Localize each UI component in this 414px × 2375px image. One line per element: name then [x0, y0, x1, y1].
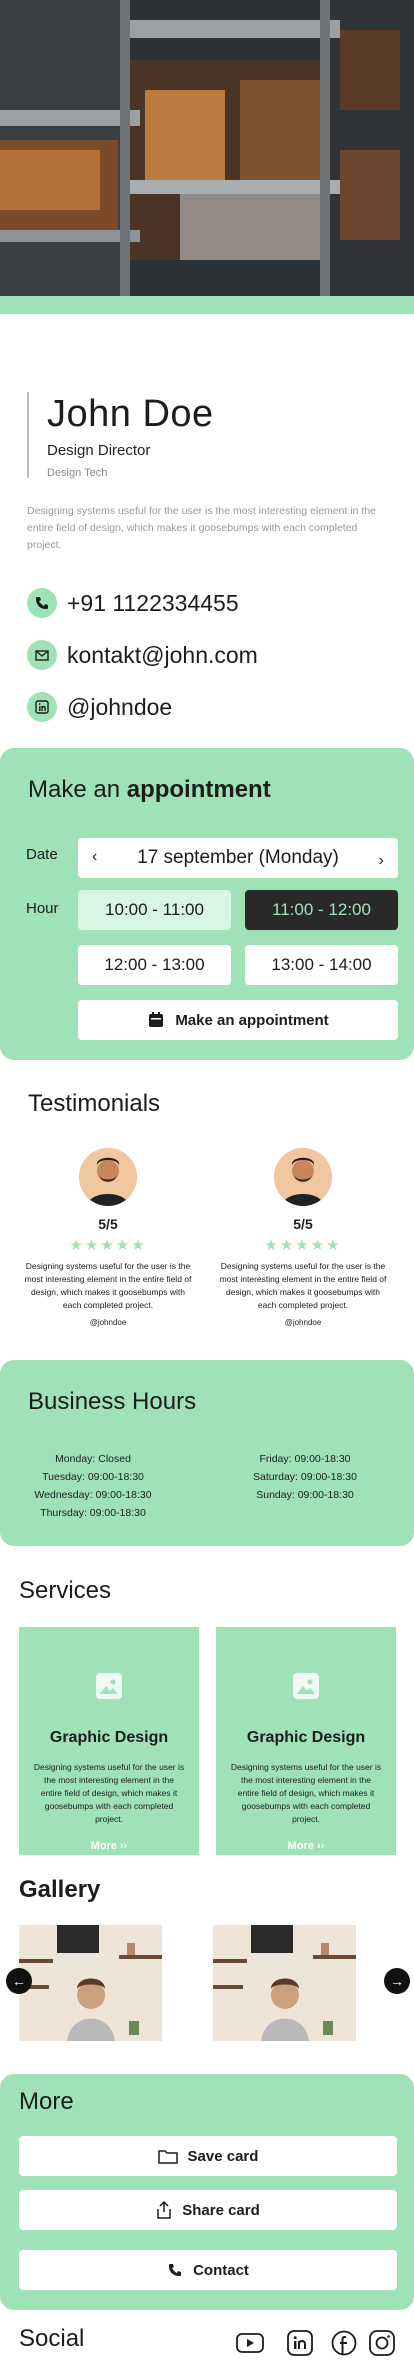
gallery-next-button[interactable]: →: [384, 1968, 410, 1994]
profile-bio: Designing systems useful for the user is…: [27, 505, 377, 551]
testimonial-handle: @johndoe: [284, 1318, 322, 1327]
linkedin-icon[interactable]: [286, 2329, 314, 2357]
testimonial-card: 5/5 ★★★★★ Designing systems useful for t…: [23, 1148, 193, 1327]
make-appointment-label: Make an appointment: [175, 1011, 329, 1029]
gallery-prev-button[interactable]: ←: [6, 1968, 32, 1994]
date-prev-button[interactable]: ‹: [92, 848, 97, 866]
date-day: (Monday): [258, 847, 339, 868]
gallery-title: Gallery: [19, 1876, 101, 1903]
services-title: Services: [19, 1577, 112, 1604]
testimonial-score: 5/5: [98, 1216, 118, 1232]
profile-name: John Doe: [47, 393, 214, 435]
hours-row: Tuesday: 09:00-18:30: [42, 1471, 144, 1483]
folder-icon: [157, 2150, 178, 2164]
service-description: Designing systems useful for the user is…: [33, 1762, 185, 1824]
hours-left-column: Monday: Closed Tuesday: 09:00-18:30 Wedn…: [30, 1450, 156, 1522]
service-title: Graphic Design: [49, 1729, 169, 1746]
more-title: More: [19, 2088, 74, 2115]
business-hours-section: Business Hours Monday: Closed Tuesday: 0…: [0, 1360, 414, 1546]
gallery-image[interactable]: [213, 1925, 356, 2041]
service-card[interactable]: Graphic Design Designing systems useful …: [216, 1627, 396, 1855]
appointment-title-bold: appointment: [126, 776, 271, 803]
phone-icon: [169, 2264, 182, 2276]
contact-phone[interactable]: +91 1122334455: [27, 588, 239, 618]
gallery-image[interactable]: [19, 1925, 162, 2041]
service-card[interactable]: Graphic Design Designing systems useful …: [19, 1627, 199, 1855]
testimonial-handle: @johndoe: [89, 1318, 127, 1327]
appointment-title-prefix: Make an: [28, 776, 127, 803]
testimonial-card: 5/5 ★★★★★ Designing systems useful for t…: [218, 1148, 388, 1327]
profile-company: Design Tech: [47, 467, 108, 479]
hour-label: Hour: [26, 900, 59, 917]
hours-row: Friday: 09:00-18:30: [259, 1453, 351, 1465]
linkedin-icon: [27, 692, 57, 722]
contact-email[interactable]: kontakt@john.com: [27, 640, 258, 670]
hero-accent-strip: [0, 296, 414, 314]
share-icon: [157, 2201, 171, 2219]
contact-label: Contact: [193, 2261, 249, 2279]
appointment-title: Make an appointment: [28, 776, 271, 804]
hours-row: Sunday: 09:00-18:30: [256, 1489, 354, 1501]
hours-right-column: Friday: 09:00-18:30 Saturday: 09:00-18:3…: [240, 1450, 370, 1504]
make-appointment-button[interactable]: Make an appointment: [78, 1000, 398, 1040]
business-card-page: John Doe Design Director Design Tech Des…: [0, 0, 414, 2375]
more-section: More Save card Share card Contact: [0, 2074, 414, 2310]
testimonial-text: Designing systems useful for the user is…: [24, 1261, 192, 1310]
time-slot-13-14[interactable]: 13:00 - 14:00: [245, 945, 398, 985]
profile-role: Design Director: [47, 442, 151, 459]
hours-row: Saturday: 09:00-18:30: [253, 1471, 357, 1483]
appointment-section: Make an appointment Date ‹ 17 september …: [0, 748, 414, 1060]
date-label: Date: [26, 846, 58, 863]
rating-stars: ★★★★★: [264, 1237, 342, 1254]
date-next-button[interactable]: ›: [379, 852, 384, 870]
service-more-link[interactable]: More ››: [19, 1840, 199, 1852]
share-card-button[interactable]: Share card: [19, 2190, 397, 2230]
phone-icon: [27, 588, 57, 618]
avatar: [274, 1148, 332, 1206]
time-slot-10-11[interactable]: 10:00 - 11:00: [78, 890, 231, 930]
linkedin-handle: @johndoe: [67, 693, 173, 720]
testimonial-text: Designing systems useful for the user is…: [219, 1261, 387, 1310]
testimonial-score: 5/5: [293, 1216, 313, 1232]
email-address: kontakt@john.com: [67, 641, 258, 668]
service-title: Graphic Design: [246, 1729, 366, 1746]
hours-row: Monday: Closed: [55, 1453, 131, 1465]
avatar: [79, 1148, 137, 1206]
contact-button[interactable]: Contact: [19, 2250, 397, 2290]
date-value: 17 september: [137, 847, 254, 868]
hero-building-image: [0, 0, 414, 296]
hours-row: Wednesday: 09:00-18:30: [34, 1489, 152, 1501]
profile-header: John Doe Design Director Design Tech: [27, 392, 214, 479]
share-card-label: Share card: [182, 2201, 260, 2219]
service-description: Designing systems useful for the user is…: [230, 1762, 382, 1824]
facebook-icon[interactable]: [330, 2329, 358, 2357]
testimonials-title: Testimonials: [28, 1090, 161, 1117]
save-card-button[interactable]: Save card: [19, 2136, 397, 2176]
phone-number: +91 1122334455: [67, 589, 239, 616]
rating-stars: ★★★★★: [69, 1237, 147, 1254]
social-title: Social: [19, 2325, 85, 2352]
contact-linkedin[interactable]: @johndoe: [27, 692, 172, 722]
save-card-label: Save card: [187, 2147, 259, 2165]
time-slot-11-12-selected[interactable]: 11:00 - 12:00: [245, 890, 398, 930]
business-hours-title: Business Hours: [28, 1388, 197, 1415]
image-icon: [96, 1673, 122, 1699]
mail-icon: [27, 640, 57, 670]
time-slot-12-13[interactable]: 12:00 - 13:00: [78, 945, 231, 985]
date-picker[interactable]: ‹ 17 september (Monday) ›: [78, 838, 398, 878]
youtube-icon[interactable]: [236, 2329, 264, 2357]
instagram-icon[interactable]: [368, 2329, 396, 2357]
hours-row: Thursday: 09:00-18:30: [40, 1507, 146, 1519]
service-more-link[interactable]: More ››: [216, 1840, 396, 1852]
calendar-icon: [149, 1012, 164, 1027]
image-icon: [293, 1673, 319, 1699]
